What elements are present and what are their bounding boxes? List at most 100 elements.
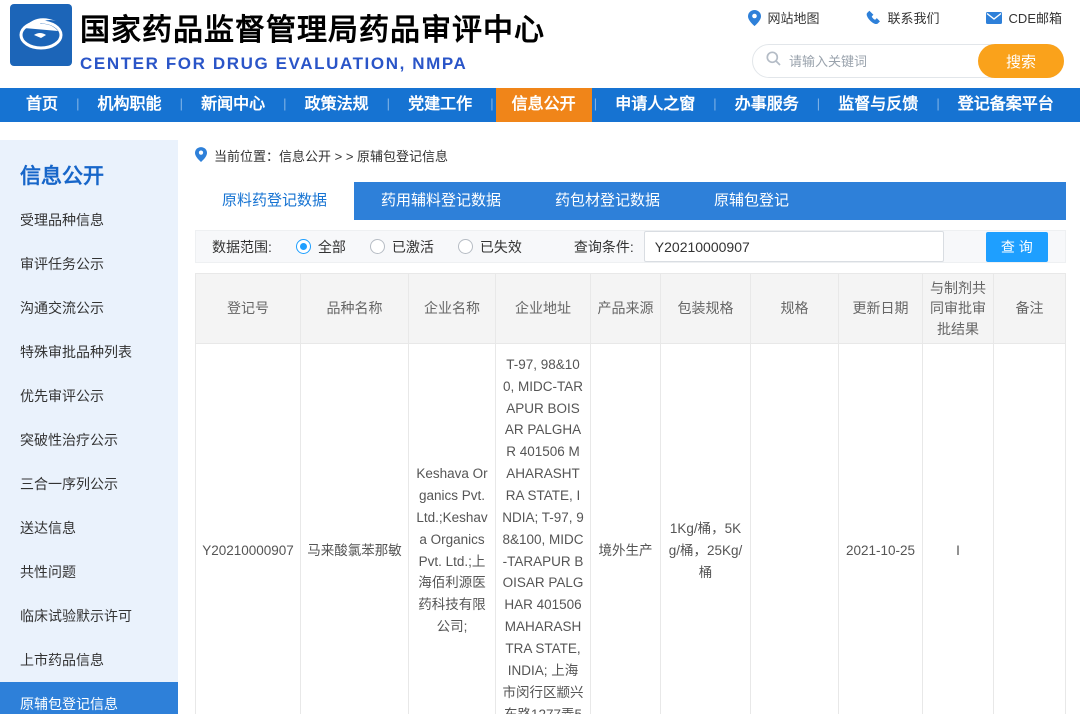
data-tabs: 原料药登记数据药用辅料登记数据药包材登记数据原辅包登记 bbox=[195, 182, 1066, 220]
radio-option-2[interactable]: 已失效 bbox=[458, 237, 522, 257]
tab-0[interactable]: 原料药登记数据 bbox=[195, 182, 354, 220]
content-area: 当前位置：信息公开 > > 原辅包登记信息 原料药登记数据药用辅料登记数据药包材… bbox=[178, 140, 1080, 696]
sidebar-item-6[interactable]: 三合一序列公示 bbox=[0, 462, 178, 506]
contact-link[interactable]: 联系我们 bbox=[866, 8, 940, 27]
mailbox-link[interactable]: CDE邮箱 bbox=[986, 8, 1062, 27]
nav-item-2[interactable]: 新闻中心 bbox=[185, 88, 281, 122]
site-title: 国家药品监督管理局药品审评中心 bbox=[80, 5, 545, 49]
cell-0-6 bbox=[751, 343, 839, 714]
radio-circle-2[interactable] bbox=[458, 239, 473, 254]
column-header-6: 规格 bbox=[751, 274, 839, 344]
scope-radios: 全部 已激活 已失效 bbox=[272, 237, 522, 257]
sitemap-link[interactable]: 网站地图 bbox=[748, 8, 820, 27]
nav-item-1[interactable]: 机构职能 bbox=[82, 88, 178, 122]
mail-icon bbox=[986, 12, 1002, 24]
sidebar-item-2[interactable]: 沟通交流公示 bbox=[0, 286, 178, 330]
tab-2[interactable]: 药包材登记数据 bbox=[528, 182, 687, 220]
sidebar-item-8[interactable]: 共性问题 bbox=[0, 550, 178, 594]
phone-icon bbox=[866, 10, 881, 25]
column-header-5: 包装规格 bbox=[661, 274, 751, 344]
nav-item-8[interactable]: 监督与反馈 bbox=[822, 88, 934, 122]
sidebar-items: 受理品种信息审评任务公示沟通交流公示特殊审批品种列表优先审评公示突破性治疗公示三… bbox=[0, 198, 178, 714]
sidebar-item-0[interactable]: 受理品种信息 bbox=[0, 198, 178, 242]
column-header-1: 品种名称 bbox=[301, 274, 409, 344]
nav-item-7[interactable]: 办事服务 bbox=[719, 88, 815, 122]
search-button[interactable]: 搜索 bbox=[978, 44, 1064, 78]
nav-separator: | bbox=[76, 88, 79, 122]
search-input[interactable] bbox=[789, 54, 978, 69]
radio-label-2: 已失效 bbox=[480, 237, 522, 257]
nav-separator: | bbox=[713, 88, 716, 122]
filter-bar: 数据范围: 全部 已激活 已失效 查询条件: 查 询 bbox=[195, 230, 1066, 263]
column-header-9: 备注 bbox=[994, 274, 1066, 344]
nav-separator: | bbox=[387, 88, 390, 122]
mailbox-label: CDE邮箱 bbox=[1009, 8, 1062, 27]
sidebar: 信息公开 受理品种信息审评任务公示沟通交流公示特殊审批品种列表优先审评公示突破性… bbox=[0, 140, 178, 696]
sidebar-item-9[interactable]: 临床试验默示许可 bbox=[0, 594, 178, 638]
radio-circle-1[interactable] bbox=[370, 239, 385, 254]
column-header-8: 与制剂共同审批审批结果 bbox=[923, 274, 994, 344]
cell-0-7: 2021-10-25 bbox=[839, 343, 923, 714]
nav-separator: | bbox=[180, 88, 183, 122]
radio-label-1: 已激活 bbox=[392, 237, 434, 257]
nav-separator: | bbox=[817, 88, 820, 122]
nav-item-3[interactable]: 政策法规 bbox=[289, 88, 385, 122]
breadcrumb-pin-icon bbox=[195, 147, 207, 165]
site-logo bbox=[10, 4, 72, 66]
results-table: 登记号品种名称企业名称企业地址产品来源包装规格规格更新日期与制剂共同审批审批结果… bbox=[195, 273, 1066, 714]
nav-item-5[interactable]: 信息公开 bbox=[496, 88, 592, 122]
search-bar: 搜索 bbox=[752, 44, 1064, 78]
cell-0-9 bbox=[994, 343, 1066, 714]
search-icon bbox=[766, 51, 781, 71]
site-header: 国家药品监督管理局药品审评中心 CENTER FOR DRUG EVALUATI… bbox=[0, 0, 1080, 88]
location-pin-icon bbox=[748, 10, 761, 26]
radio-option-0[interactable]: 全部 bbox=[296, 237, 346, 257]
tab-1[interactable]: 药用辅料登记数据 bbox=[354, 182, 528, 220]
radio-label-0: 全部 bbox=[318, 237, 346, 257]
title-block: 国家药品监督管理局药品审评中心 CENTER FOR DRUG EVALUATI… bbox=[80, 5, 545, 74]
sitemap-label: 网站地图 bbox=[768, 8, 820, 27]
radio-circle-0[interactable] bbox=[296, 239, 311, 254]
cde-bird-icon bbox=[16, 11, 66, 60]
query-input[interactable] bbox=[644, 231, 944, 262]
nav-separator: | bbox=[936, 88, 939, 122]
scope-label: 数据范围: bbox=[212, 237, 272, 257]
main-area: 信息公开 受理品种信息审评任务公示沟通交流公示特殊审批品种列表优先审评公示突破性… bbox=[0, 140, 1080, 696]
nav-item-9[interactable]: 登记备案平台 bbox=[942, 88, 1070, 122]
column-header-4: 产品来源 bbox=[591, 274, 661, 344]
query-button[interactable]: 查 询 bbox=[986, 232, 1048, 262]
breadcrumb: 当前位置：信息公开 > > 原辅包登记信息 bbox=[195, 146, 1066, 165]
column-header-7: 更新日期 bbox=[839, 274, 923, 344]
breadcrumb-text: 当前位置：信息公开 > > 原辅包登记信息 bbox=[214, 146, 448, 165]
contact-label: 联系我们 bbox=[888, 8, 940, 27]
tab-3[interactable]: 原辅包登记 bbox=[687, 182, 816, 220]
sidebar-item-3[interactable]: 特殊审批品种列表 bbox=[0, 330, 178, 374]
nav-item-0[interactable]: 首页 bbox=[10, 88, 74, 122]
cell-0-3: T-97, 98&100, MIDC-TARAPUR BOISAR PALGHA… bbox=[496, 343, 591, 714]
radio-option-1[interactable]: 已激活 bbox=[370, 237, 434, 257]
sidebar-item-1[interactable]: 审评任务公示 bbox=[0, 242, 178, 286]
table-header-row: 登记号品种名称企业名称企业地址产品来源包装规格规格更新日期与制剂共同审批审批结果… bbox=[196, 274, 1066, 344]
sidebar-title: 信息公开 bbox=[0, 140, 178, 198]
column-header-3: 企业地址 bbox=[496, 274, 591, 344]
main-nav: 首页|机构职能|新闻中心|政策法规|党建工作|信息公开|申请人之窗|办事服务|监… bbox=[0, 88, 1080, 122]
sidebar-item-7[interactable]: 送达信息 bbox=[0, 506, 178, 550]
table-row: Y20210000907马来酸氯苯那敏Keshava Organics Pvt.… bbox=[196, 343, 1066, 714]
sidebar-item-11[interactable]: 原辅包登记信息 bbox=[0, 682, 178, 714]
nav-separator: | bbox=[283, 88, 286, 122]
nav-separator: | bbox=[594, 88, 597, 122]
site-subtitle: CENTER FOR DRUG EVALUATION, NMPA bbox=[80, 54, 545, 74]
top-links: 网站地图 联系我们 CDE邮箱 bbox=[748, 8, 1062, 27]
nav-item-4[interactable]: 党建工作 bbox=[392, 88, 488, 122]
cell-0-2: Keshava Organics Pvt. Ltd.;Keshava Organ… bbox=[409, 343, 496, 714]
query-label: 查询条件: bbox=[574, 237, 634, 257]
sidebar-item-5[interactable]: 突破性治疗公示 bbox=[0, 418, 178, 462]
cell-0-4: 境外生产 bbox=[591, 343, 661, 714]
cell-0-5: 1Kg/桶，5Kg/桶，25Kg/桶 bbox=[661, 343, 751, 714]
sidebar-item-4[interactable]: 优先审评公示 bbox=[0, 374, 178, 418]
nav-separator: | bbox=[490, 88, 493, 122]
column-header-2: 企业名称 bbox=[409, 274, 496, 344]
sidebar-item-10[interactable]: 上市药品信息 bbox=[0, 638, 178, 682]
cell-0-0: Y20210000907 bbox=[196, 343, 301, 714]
nav-item-6[interactable]: 申请人之窗 bbox=[599, 88, 711, 122]
